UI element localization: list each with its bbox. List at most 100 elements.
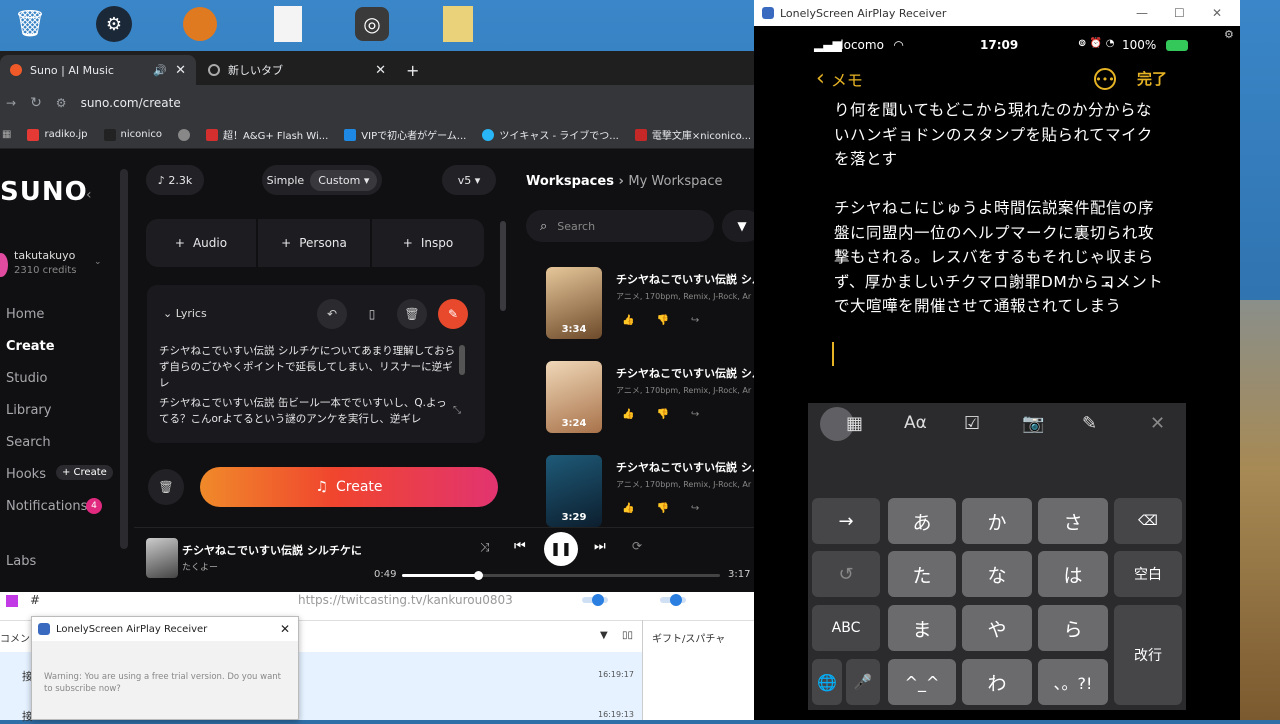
speaker-icon[interactable]: 🔊 <box>153 64 167 77</box>
app-shortcut-icon[interactable] <box>180 4 220 44</box>
thumbs-down-icon[interactable]: 👎 <box>656 409 668 420</box>
close-icon[interactable]: ✕ <box>1212 6 1222 20</box>
lyrics-paragraph-1[interactable]: チシヤねこでいすい伝説 シルチケについてあまり理解しておらず自らのごひやくポイン… <box>159 343 459 391</box>
collapse-sidebar-icon[interactable]: ‹ <box>86 187 92 203</box>
key-na[interactable]: な <box>962 551 1032 597</box>
lyrics-paragraph-2[interactable]: チシヤねこでいすい伝説 缶ビール一本ででいすいし、Q.よってる？こんorよてると… <box>159 395 449 427</box>
lyrics-toggle[interactable]: ⌄ Lyrics <box>163 307 207 320</box>
document-icon[interactable] <box>268 4 308 44</box>
markup-pen-icon[interactable]: ✎ <box>1082 413 1097 434</box>
song-title[interactable]: チシヤねこでいすい伝説 シルチ <box>616 271 774 287</box>
sidebar-scrollbar[interactable] <box>120 169 128 549</box>
mode-toggle[interactable]: Simple Custom ▾ <box>262 165 382 195</box>
nav-hooks[interactable]: Hooks <box>6 467 46 482</box>
player-cover[interactable] <box>146 538 178 578</box>
song-row[interactable]: 3:34 チシヤねこでいすい伝説 シルチ アニメ, 170bpm, Remix,… <box>546 267 774 343</box>
bookmark-agplus[interactable]: 超！A&G+ Flash Wi... <box>205 127 328 142</box>
columns-icon[interactable]: ▯▯ <box>622 630 633 641</box>
close-icon[interactable]: ✕ <box>280 622 290 636</box>
bookmark-dengeki[interactable]: 電撃文庫×niconico... <box>634 127 751 142</box>
suno-logo[interactable]: SUNO <box>0 177 88 207</box>
folder-icon[interactable] <box>438 4 478 44</box>
song-title[interactable]: チシヤねこでいすい伝説 シル <box>616 365 763 381</box>
thumbs-up-icon[interactable]: 👍 <box>622 503 634 514</box>
share-icon[interactable]: ↪ <box>691 503 699 514</box>
repeat-icon[interactable]: ⟳ <box>632 539 642 553</box>
bookmark-niconico[interactable]: niconico <box>103 128 162 141</box>
more-icon[interactable]: ••• <box>1094 68 1116 90</box>
recycle-bin-icon[interactable]: 🗑 <box>10 4 50 44</box>
key-ma[interactable]: ま <box>888 605 956 651</box>
tab-new[interactable]: 新しいタブ ✕ <box>198 55 396 85</box>
key-wa[interactable]: わ <box>962 659 1032 705</box>
key-ta[interactable]: た <box>888 551 956 597</box>
key-space[interactable]: 空白 <box>1114 551 1182 597</box>
memo-paragraph[interactable]: り何を聞いてもどこから現れたのか分からないハンギョドンのスタンプを貼られてマイク… <box>834 98 1164 172</box>
nav-labs[interactable]: Labs <box>6 554 36 569</box>
song-title[interactable]: チシヤねこでいすい伝説 シル <box>616 459 763 475</box>
song-row[interactable]: 3:29 チシヤねこでいすい伝説 シル アニメ, 170bpm, Remix, … <box>546 455 763 531</box>
new-tab-plus-icon[interactable]: + <box>396 55 429 85</box>
shuffle-icon[interactable]: ⤨ <box>480 540 490 555</box>
previous-icon[interactable]: ⏮ <box>514 539 526 554</box>
key-ya[interactable]: や <box>962 605 1032 651</box>
apps-grid-icon[interactable]: ▦ <box>2 129 11 140</box>
toggle-2[interactable] <box>660 594 686 606</box>
add-persona-button[interactable]: + Persona <box>258 219 370 267</box>
pause-button[interactable]: ❚❚ <box>544 532 578 566</box>
key-abc[interactable]: ABC <box>812 605 880 651</box>
search-input[interactable]: ⌕ Search <box>526 210 714 242</box>
memo-paragraph[interactable]: チシヤねこにじゅうよ時間伝説案件配信の序盤に同盟内一位のヘルプマークに裏切られ攻… <box>834 196 1164 319</box>
table-icon[interactable]: ▦ <box>846 413 863 434</box>
next-icon[interactable]: ⏭ <box>594 539 606 554</box>
song-cover[interactable]: 3:34 <box>546 267 602 339</box>
backspace-icon[interactable]: ⌫ <box>1114 498 1182 544</box>
stream-url[interactable]: https://twitcasting.tv/kankurou0803 <box>298 593 513 607</box>
add-inspo-button[interactable]: + Inspo <box>372 219 484 267</box>
song-cover[interactable]: 3:24 <box>546 361 602 433</box>
done-button[interactable]: 完了 <box>1137 68 1167 89</box>
key-enter[interactable]: 改行 <box>1114 605 1182 705</box>
clear-button[interactable]: 🗑 <box>148 469 184 505</box>
settings-gear-icon[interactable]: ⚙ <box>1224 28 1234 41</box>
key-ha[interactable]: は <box>1038 551 1108 597</box>
avatar[interactable] <box>0 253 8 277</box>
filter-icon[interactable]: ▼ <box>600 630 608 641</box>
key-next-arrow[interactable]: → <box>812 498 880 544</box>
close-tab-icon[interactable]: ✕ <box>375 63 386 78</box>
share-icon[interactable]: ↪ <box>691 315 699 326</box>
lyrics-scrollbar[interactable] <box>459 345 465 375</box>
key-punctuation[interactable]: 、。?! <box>1038 659 1108 705</box>
expand-icon[interactable]: ⤡ <box>453 405 461 416</box>
nav-search[interactable]: Search <box>6 435 51 450</box>
share-icon[interactable]: ↪ <box>691 409 699 420</box>
memo-body[interactable]: り何を聞いてもどこから現れたのか分からないハンギョドンのスタンプを貼られてマイク… <box>834 98 1164 319</box>
key-kaomoji[interactable]: ^_^ <box>888 659 956 705</box>
hooks-create-button[interactable]: + Create <box>56 465 113 480</box>
trash-icon[interactable]: 🗑 <box>397 299 427 329</box>
steam-icon[interactable]: ⚙ <box>94 4 134 44</box>
thumbs-up-icon[interactable]: 👍 <box>622 315 634 326</box>
url-text[interactable]: suno.com/create <box>81 96 181 110</box>
song-count-pill[interactable]: ♪ 2.3k <box>146 165 204 195</box>
create-panel-scrollbar[interactable] <box>500 221 506 311</box>
checklist-icon[interactable]: ☑ <box>964 413 980 434</box>
globe-icon[interactable]: 🌐 <box>812 659 842 705</box>
progress-track[interactable] <box>402 571 720 580</box>
key-sa[interactable]: さ <box>1038 498 1108 544</box>
undo-icon[interactable]: ↶ <box>317 299 347 329</box>
song-row[interactable]: 3:24 チシヤねこでいすい伝説 シル アニメ, 170bpm, Remix, … <box>546 361 763 437</box>
tab-suno[interactable]: Suno | AI Music 🔊 ✕ <box>0 55 196 85</box>
maximize-icon[interactable]: ☐ <box>1174 6 1185 20</box>
nav-library[interactable]: Library <box>6 403 51 418</box>
song-cover[interactable]: 3:29 <box>546 455 602 527</box>
key-undo[interactable]: ↺ <box>812 551 880 597</box>
player-artist[interactable]: たくよー <box>182 560 218 573</box>
mode-custom[interactable]: Custom ▾ <box>310 169 378 191</box>
key-ra[interactable]: ら <box>1038 605 1108 651</box>
minimize-icon[interactable]: — <box>1136 6 1148 20</box>
bookmark-icon[interactable]: ▯ <box>357 299 387 329</box>
bookmark-vip[interactable]: VIPで初心者がゲーム... <box>344 127 466 142</box>
nav-create[interactable]: Create <box>6 339 55 354</box>
nav-home[interactable]: Home <box>6 307 44 322</box>
